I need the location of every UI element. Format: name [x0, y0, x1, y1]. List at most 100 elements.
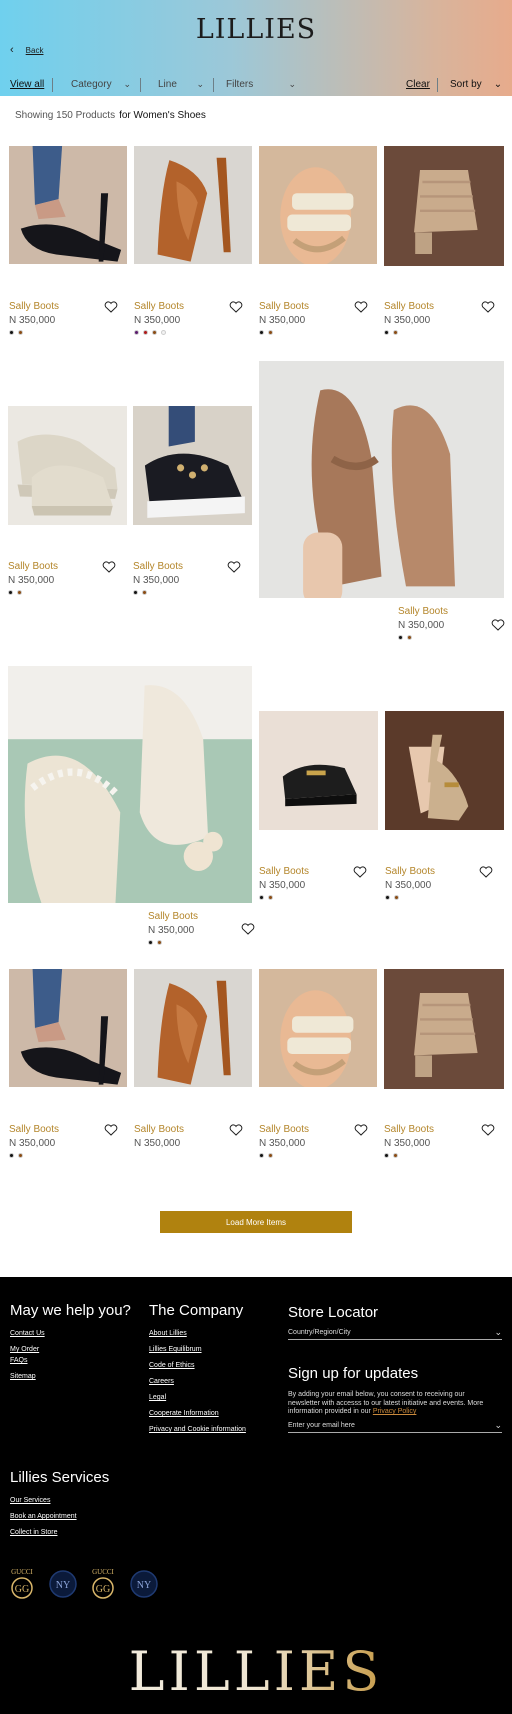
footer-link-collect[interactable]: Collect in Store [10, 1529, 57, 1536]
product-title[interactable]: Sally Boots [384, 301, 434, 312]
product-title[interactable]: Sally Boots [148, 911, 198, 922]
color-swatch[interactable] [259, 330, 264, 335]
footer-link-legal[interactable]: Legal [149, 1394, 166, 1401]
wishlist-heart-icon[interactable] [481, 300, 495, 313]
color-swatch[interactable] [393, 1153, 398, 1158]
product-image-cream-strap-sandal[interactable] [259, 146, 377, 293]
load-more-button[interactable]: Load More Items [160, 1211, 352, 1233]
clear-filters-link[interactable]: Clear [406, 79, 430, 90]
footer-link-sitemap[interactable]: Sitemap [10, 1373, 36, 1380]
category-dropdown[interactable]: Category ⌄ [71, 79, 131, 90]
product-title[interactable]: Sally Boots [9, 1124, 59, 1135]
wishlist-heart-icon[interactable] [354, 300, 368, 313]
color-swatch[interactable] [393, 330, 398, 335]
product-image-tan-pointed-pump[interactable] [134, 146, 252, 293]
footer-link-services[interactable]: Our Services [10, 1497, 50, 1504]
color-swatch[interactable] [259, 1153, 264, 1158]
color-swatch[interactable] [157, 940, 162, 945]
product-image-black-loafer[interactable] [259, 711, 378, 858]
product-title[interactable]: Sally Boots [259, 1124, 309, 1135]
product-title[interactable]: Sally Boots [9, 301, 59, 312]
product-image-black-studded-sneaker[interactable] [133, 406, 252, 553]
color-swatch[interactable] [18, 330, 23, 335]
wishlist-heart-icon[interactable] [229, 300, 243, 313]
footer-link-contact-us[interactable]: Contact Us [10, 1330, 45, 1337]
product-price: N 350,000 [148, 925, 195, 936]
email-input[interactable]: Enter your email here ⌄ [288, 1419, 502, 1433]
product-title[interactable]: Sally Boots [133, 561, 183, 572]
wishlist-heart-icon[interactable] [241, 922, 255, 935]
product-title[interactable]: Sally Boots [134, 301, 184, 312]
footer-link-privacy-cookie[interactable]: Privacy and Cookie information [149, 1426, 246, 1433]
wishlist-heart-icon[interactable] [353, 865, 367, 878]
store-locator-select[interactable]: Country/Region/City ⌄ [288, 1326, 502, 1340]
product-image-white-chunky-sneaker[interactable] [8, 406, 127, 553]
color-swatch[interactable] [259, 895, 264, 900]
sort-by-dropdown[interactable]: Sort by ⌄ [450, 79, 502, 90]
product-image-beige-knit-mule[interactable] [384, 969, 504, 1116]
footer-link-my-order[interactable]: My Order [10, 1346, 39, 1353]
color-swatch[interactable] [17, 590, 22, 595]
store-locator-heading: Store Locator [288, 1304, 379, 1321]
header: LILLIES ‹ Back View all Category ⌄ Line … [0, 0, 512, 96]
product-image-black-strappy-heel[interactable] [9, 146, 127, 293]
product-image-beige-slingback[interactable] [385, 711, 504, 858]
color-swatch[interactable] [384, 330, 389, 335]
product-title[interactable]: Sally Boots [134, 1124, 184, 1135]
wishlist-heart-icon[interactable] [479, 865, 493, 878]
view-all-link[interactable]: View all [10, 79, 44, 90]
color-swatch[interactable] [9, 330, 14, 335]
color-swatch[interactable] [407, 635, 412, 640]
color-swatch[interactable] [385, 895, 390, 900]
footer-link-careers[interactable]: Careers [149, 1378, 174, 1385]
color-swatch[interactable] [268, 330, 273, 335]
product-image-cream-strap-sandal[interactable] [259, 969, 377, 1116]
wishlist-heart-icon[interactable] [354, 1123, 368, 1136]
wishlist-heart-icon[interactable] [229, 1123, 243, 1136]
wishlist-heart-icon[interactable] [104, 1123, 118, 1136]
color-swatch[interactable] [394, 895, 399, 900]
product-title[interactable]: Sally Boots [385, 866, 435, 877]
color-swatch[interactable] [152, 330, 157, 335]
product-image-tan-pointed-flat[interactable] [259, 361, 504, 598]
color-swatch[interactable] [9, 1153, 14, 1158]
color-swatch[interactable] [18, 1153, 23, 1158]
color-swatch[interactable] [148, 940, 153, 945]
product-title[interactable]: Sally Boots [384, 1124, 434, 1135]
privacy-policy-link[interactable]: Privacy Policy [373, 1408, 417, 1415]
back-link[interactable]: ‹ Back [10, 44, 43, 56]
product-title[interactable]: Sally Boots [398, 606, 448, 617]
footer-brand-logo: LILLIES [0, 1640, 512, 1703]
footer-link-about[interactable]: About Lillies [149, 1330, 187, 1337]
product-image-beige-knit-mule[interactable] [384, 146, 504, 293]
product-title[interactable]: Sally Boots [259, 301, 309, 312]
wishlist-heart-icon[interactable] [102, 560, 116, 573]
filters-dropdown[interactable]: Filters ⌄ [226, 79, 296, 90]
color-swatch[interactable] [133, 590, 138, 595]
product-image-tan-pointed-pump[interactable] [134, 969, 252, 1116]
color-swatch[interactable] [134, 330, 139, 335]
color-swatch[interactable] [384, 1153, 389, 1158]
color-swatch[interactable] [268, 1153, 273, 1158]
wishlist-heart-icon[interactable] [491, 618, 505, 631]
color-swatch[interactable] [143, 330, 148, 335]
product-title[interactable]: Sally Boots [259, 866, 309, 877]
footer-link-cooperate[interactable]: Cooperate Information [149, 1410, 219, 1417]
brand-logo[interactable]: LILLIES [0, 14, 512, 45]
footer-link-ethics[interactable]: Code of Ethics [149, 1362, 195, 1369]
product-image-cream-pearl-mule[interactable] [8, 666, 252, 903]
wishlist-heart-icon[interactable] [227, 560, 241, 573]
product-image-black-strappy-heel[interactable] [9, 969, 127, 1116]
product-title[interactable]: Sally Boots [8, 561, 58, 572]
line-dropdown[interactable]: Line ⌄ [158, 79, 204, 90]
footer-link-equilibrum[interactable]: Lillies Equilibrum [149, 1346, 202, 1353]
color-swatch[interactable] [268, 895, 273, 900]
footer-link-faqs[interactable]: FAQs [10, 1357, 28, 1364]
footer-link-appointment[interactable]: Book an Appointment [10, 1513, 77, 1520]
color-swatch[interactable] [142, 590, 147, 595]
color-swatch[interactable] [161, 330, 166, 335]
wishlist-heart-icon[interactable] [104, 300, 118, 313]
color-swatch[interactable] [8, 590, 13, 595]
wishlist-heart-icon[interactable] [481, 1123, 495, 1136]
color-swatch[interactable] [398, 635, 403, 640]
